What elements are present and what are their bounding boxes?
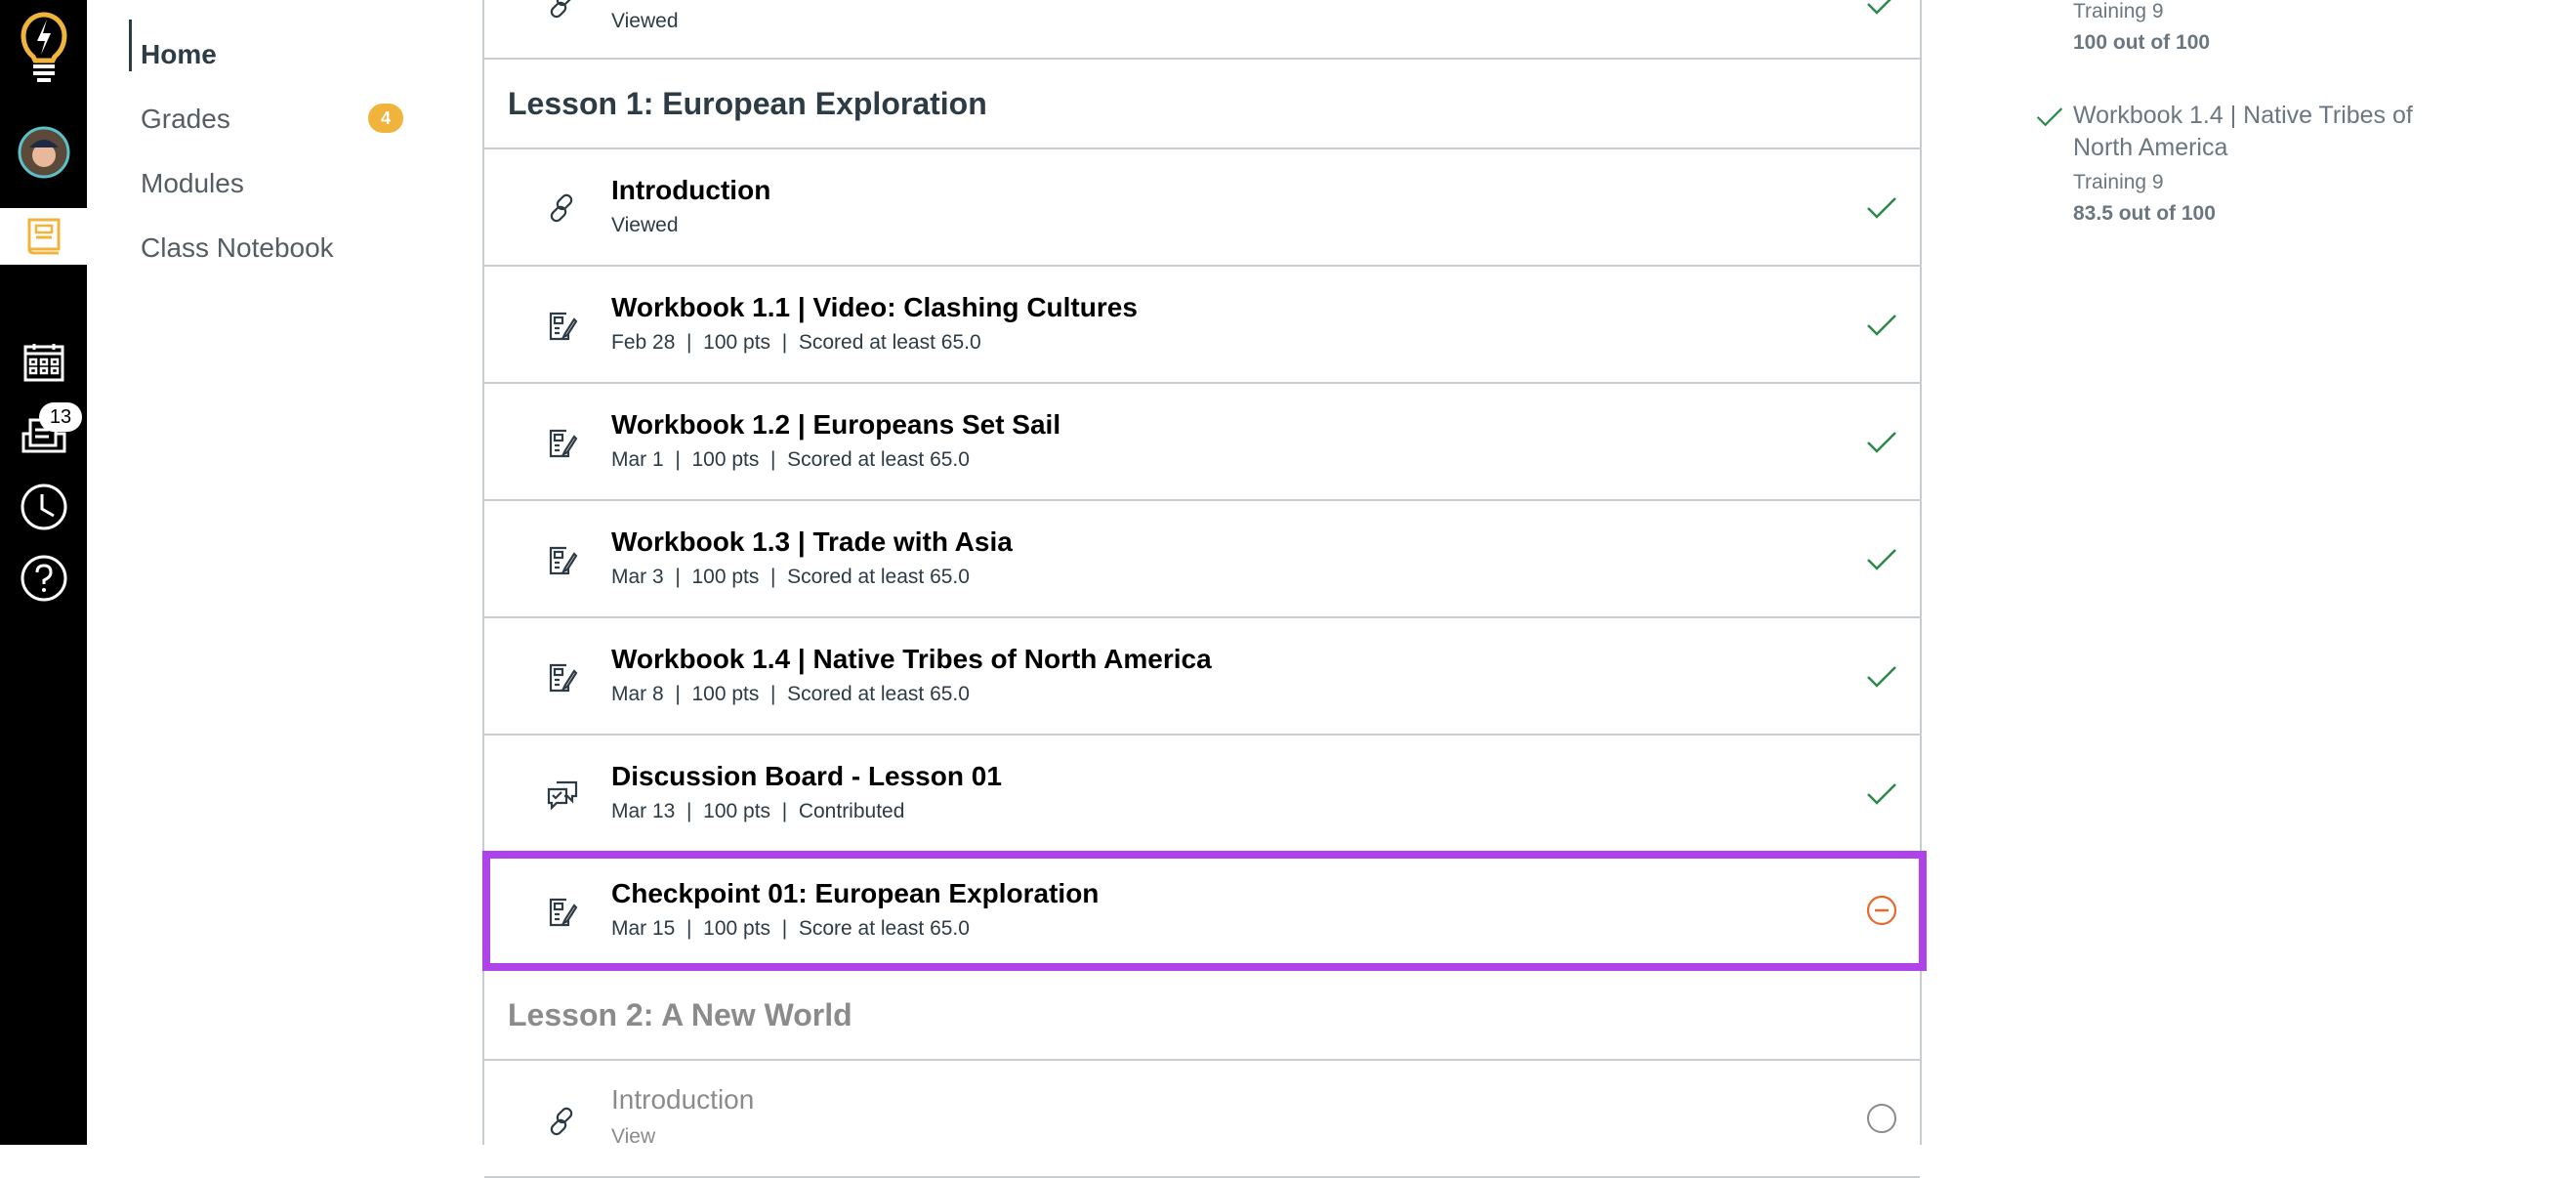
module-item[interactable]: Discussion Board - Lesson 01 Mar 13 | 10… bbox=[484, 736, 1920, 853]
complete-check-icon bbox=[1865, 659, 1898, 693]
discussion-icon bbox=[545, 777, 580, 812]
complete-check-icon bbox=[1865, 190, 1898, 224]
item-title[interactable]: Discussion Board - Lesson 01 bbox=[611, 761, 1002, 792]
complete-check-icon bbox=[1865, 308, 1898, 341]
module-item[interactable]: Workbook 1.1 | Video: Clashing Cultures … bbox=[484, 267, 1920, 384]
assignment-icon bbox=[545, 659, 580, 694]
feedback-score: 83.5 out of 100 bbox=[2073, 202, 2216, 225]
link-icon bbox=[545, 190, 580, 226]
course-nav-home[interactable]: Home bbox=[141, 39, 217, 70]
lesson-title: Lesson 2: A New World bbox=[508, 996, 852, 1032]
lesson-1-header[interactable]: Lesson 1: European Exploration bbox=[484, 60, 1920, 149]
module-item[interactable]: Introduction View bbox=[484, 1061, 1920, 1178]
module-item[interactable]: Workbook 1.4 | Native Tribes of North Am… bbox=[484, 618, 1920, 736]
modules-list: Viewed Lesson 1: European Exploration In… bbox=[482, 0, 1922, 1178]
complete-check-icon bbox=[1865, 0, 1898, 20]
active-nav-indicator bbox=[129, 20, 132, 71]
item-title[interactable]: Workbook 1.4 | Native Tribes of North Am… bbox=[611, 644, 1212, 675]
item-sub: Feb 28 | 100 pts | Scored at least 65.0 bbox=[611, 331, 981, 354]
complete-check-icon bbox=[1865, 425, 1898, 458]
global-nav: 13 bbox=[0, 0, 87, 1145]
item-title[interactable]: Checkpoint 01: European Exploration bbox=[611, 878, 1099, 909]
item-title[interactable]: Introduction bbox=[611, 175, 770, 206]
feedback-title[interactable]: Workbook 1.4 | Native Tribes of North Am… bbox=[2073, 100, 2454, 164]
feedback-course: Training 9 bbox=[2073, 171, 2164, 193]
assignment-icon bbox=[545, 894, 580, 929]
grades-count-badge: 4 bbox=[368, 104, 403, 133]
feedback-course: Training 9 bbox=[2073, 0, 2164, 22]
item-sub: Mar 3 | 100 pts | Scored at least 65.0 bbox=[611, 566, 970, 588]
item-sub: View bbox=[611, 1125, 656, 1148]
course-nav-grades[interactable]: Grades bbox=[141, 104, 230, 135]
logo-lightbulb-icon[interactable] bbox=[0, 8, 87, 86]
help-icon[interactable] bbox=[0, 552, 87, 605]
item-status-text: Viewed bbox=[611, 10, 679, 32]
calendar-icon[interactable] bbox=[0, 338, 87, 387]
complete-check-icon bbox=[1865, 777, 1898, 810]
module-item[interactable]: Checkpoint 01: European Exploration Mar … bbox=[484, 853, 1920, 970]
module-item[interactable]: Workbook 1.2 | Europeans Set Sail Mar 1 … bbox=[484, 384, 1920, 501]
not-started-circle-icon bbox=[1865, 1102, 1898, 1135]
module-item-partial[interactable]: Viewed bbox=[484, 0, 1920, 60]
item-sub: Mar 1 | 100 pts | Scored at least 65.0 bbox=[611, 448, 970, 471]
history-clock-icon[interactable] bbox=[0, 481, 87, 533]
incomplete-minus-icon bbox=[1865, 894, 1898, 927]
complete-check-icon bbox=[2033, 102, 2066, 131]
item-sub: Mar 8 | 100 pts | Scored at least 65.0 bbox=[611, 683, 970, 705]
courses-icon[interactable] bbox=[0, 208, 87, 265]
item-sub: Mar 13 | 100 pts | Contributed bbox=[611, 800, 905, 822]
item-title[interactable]: Introduction bbox=[611, 1084, 754, 1115]
inbox-unread-badge: 13 bbox=[39, 402, 82, 432]
item-sub: Viewed bbox=[611, 214, 679, 236]
course-nav-modules[interactable]: Modules bbox=[141, 168, 244, 199]
assignment-icon bbox=[545, 542, 580, 577]
link-icon bbox=[545, 0, 580, 21]
module-item[interactable]: Introduction Viewed bbox=[484, 149, 1920, 267]
assignment-icon bbox=[545, 308, 580, 343]
item-title[interactable]: Workbook 1.3 | Trade with Asia bbox=[611, 526, 1013, 558]
link-icon bbox=[545, 1104, 580, 1139]
course-nav-class-notebook[interactable]: Class Notebook bbox=[141, 232, 334, 264]
item-sub: Mar 15 | 100 pts | Score at least 65.0 bbox=[611, 917, 970, 940]
feedback-score: 100 out of 100 bbox=[2073, 31, 2211, 54]
lesson-2-header[interactable]: Lesson 2: A New World bbox=[484, 971, 1920, 1061]
complete-check-icon bbox=[1865, 542, 1898, 575]
module-item[interactable]: Workbook 1.3 | Trade with Asia Mar 3 | 1… bbox=[484, 501, 1920, 618]
item-title[interactable]: Workbook 1.1 | Video: Clashing Cultures bbox=[611, 292, 1138, 323]
lesson-title: Lesson 1: European Exploration bbox=[508, 85, 987, 121]
account-avatar[interactable] bbox=[0, 123, 87, 182]
assignment-icon bbox=[545, 425, 580, 460]
item-title[interactable]: Workbook 1.2 | Europeans Set Sail bbox=[611, 409, 1060, 441]
